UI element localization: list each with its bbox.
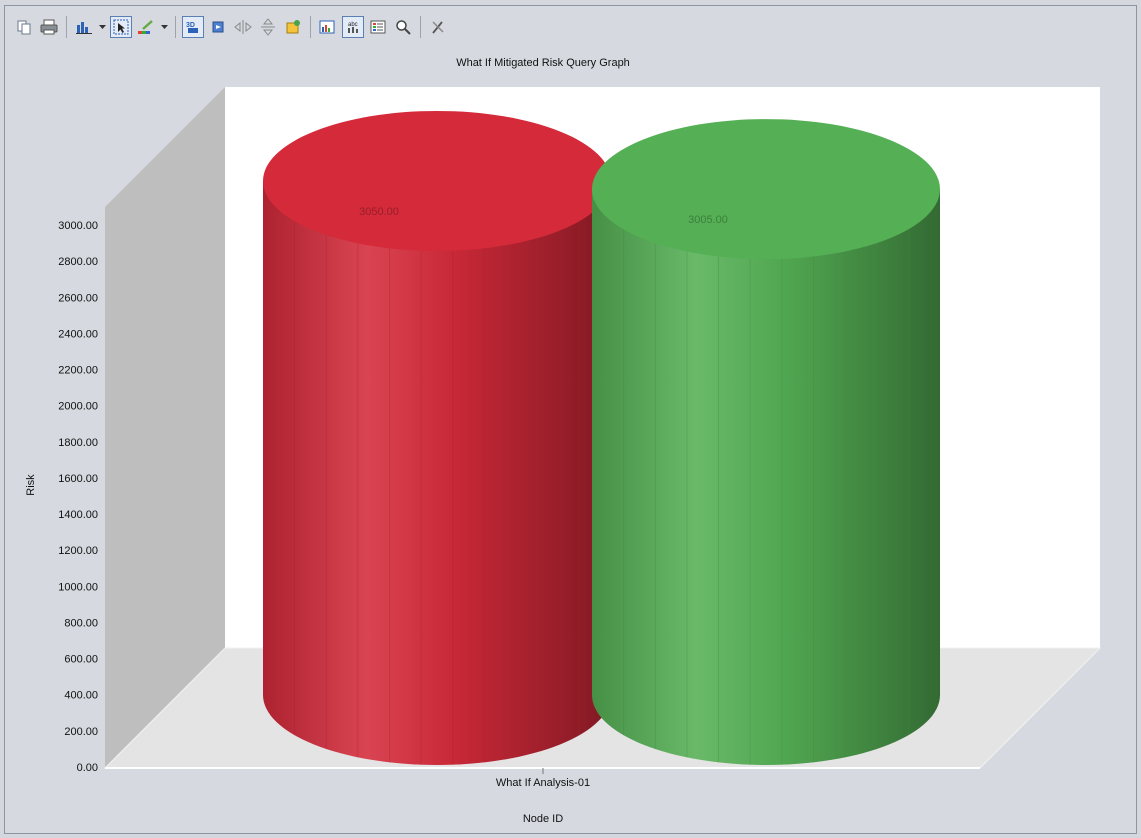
cylinder-body — [592, 189, 940, 765]
y-tick-label: 2200.00 — [58, 365, 98, 377]
cylinder-bar: 3050.00 — [263, 110, 611, 765]
data-label: 3005.00 — [688, 214, 728, 226]
y-axis-label: Risk — [25, 474, 37, 496]
bars-layer: 3050.00 3005.00 — [263, 110, 940, 765]
y-tick-label: 400.00 — [64, 690, 98, 702]
y-tick-label: 0.00 — [77, 762, 98, 774]
y-tick-label: 800.00 — [64, 617, 98, 629]
y-tick-label: 1600.00 — [58, 473, 98, 485]
x-axis-label: Node ID — [523, 813, 563, 825]
cylinder-top — [263, 110, 611, 251]
y-tick-label: 1800.00 — [58, 437, 98, 449]
data-label: 3050.00 — [359, 206, 399, 218]
chart-area: What If Mitigated Risk Query Graph 0.00 2… — [25, 57, 1102, 825]
y-axis: 0.00 200.00 400.00 600.00 800.00 1000.00 1200.… — [58, 220, 98, 774]
y-tick-label: 1400.00 — [58, 509, 98, 521]
y-tick-label: 3000.00 — [58, 220, 98, 232]
x-tick-label: What If Analysis-01 — [496, 777, 590, 789]
y-tick-label: 200.00 — [64, 726, 98, 738]
chart-title: What If Mitigated Risk Query Graph — [456, 57, 630, 69]
y-tick-label: 1200.00 — [58, 545, 98, 557]
cylinder-top — [592, 119, 940, 260]
cylinder-body — [263, 180, 611, 765]
y-tick-label: 600.00 — [64, 654, 98, 666]
y-tick-label: 1000.00 — [58, 581, 98, 593]
cylinder-bar: 3005.00 — [592, 119, 940, 765]
y-tick-label: 2600.00 — [58, 292, 98, 304]
y-tick-label: 2400.00 — [58, 328, 98, 340]
y-tick-label: 2000.00 — [58, 401, 98, 413]
y-tick-label: 2800.00 — [58, 256, 98, 268]
